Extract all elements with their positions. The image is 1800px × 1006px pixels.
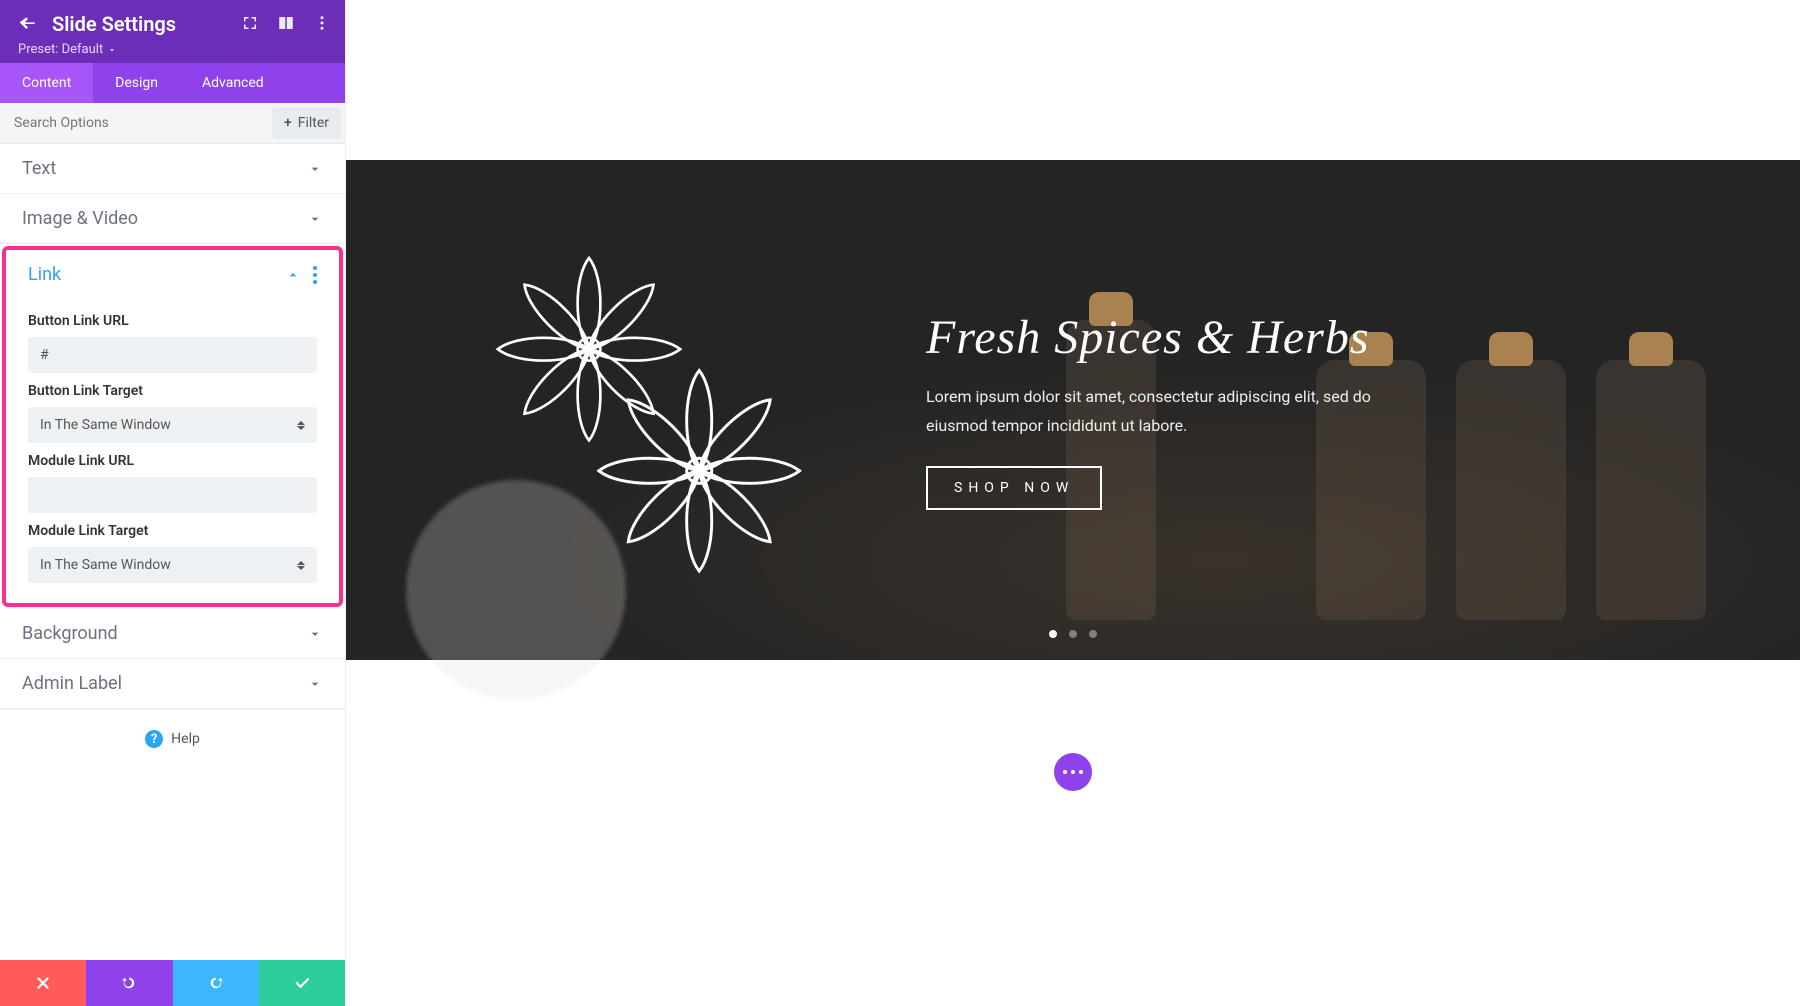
settings-sidebar: Slide Settings Preset: Default Content D… bbox=[0, 0, 346, 1006]
close-button[interactable] bbox=[0, 960, 86, 1006]
slider-dot-1[interactable] bbox=[1049, 630, 1057, 638]
redo-icon bbox=[207, 974, 225, 992]
sections-list: Text Image & Video Link bbox=[0, 144, 345, 960]
settings-tabs: Content Design Advanced bbox=[0, 63, 345, 103]
search-row: + Filter bbox=[0, 103, 345, 144]
redo-button[interactable] bbox=[173, 960, 259, 1006]
module-link-target-select[interactable]: In The Same Window bbox=[28, 547, 317, 583]
check-icon bbox=[293, 974, 311, 992]
section-background: Background bbox=[0, 609, 345, 659]
filter-button[interactable]: + Filter bbox=[272, 107, 341, 139]
help-button[interactable]: ? Help bbox=[0, 709, 345, 778]
link-section-highlight: Link Button Link URL Button Link Target bbox=[2, 246, 343, 607]
select-arrows-icon bbox=[297, 421, 305, 430]
button-link-url-input[interactable] bbox=[28, 337, 317, 373]
hero-title: Fresh Spices & Herbs bbox=[926, 310, 1720, 365]
close-icon bbox=[34, 974, 52, 992]
chevron-up-icon bbox=[285, 267, 301, 283]
action-bar bbox=[0, 960, 345, 1006]
section-link-menu[interactable] bbox=[313, 266, 317, 284]
undo-icon bbox=[120, 974, 138, 992]
more-icon bbox=[1061, 770, 1085, 774]
module-link-target-label: Module Link Target bbox=[28, 523, 317, 539]
more-icon[interactable] bbox=[313, 14, 331, 32]
hero-illustration bbox=[426, 220, 866, 600]
tab-content[interactable]: Content bbox=[0, 63, 93, 103]
section-text-header[interactable]: Text bbox=[0, 144, 345, 193]
button-link-url-label: Button Link URL bbox=[28, 313, 317, 329]
expand-icon[interactable] bbox=[241, 14, 259, 32]
button-link-target-label: Button Link Target bbox=[28, 383, 317, 399]
builder-fab[interactable] bbox=[1054, 753, 1092, 791]
slider-dot-3[interactable] bbox=[1089, 630, 1097, 638]
button-link-target-select[interactable]: In The Same Window bbox=[28, 407, 317, 443]
preset-dropdown[interactable]: Preset: Default bbox=[18, 42, 327, 57]
module-link-url-input[interactable] bbox=[28, 477, 317, 513]
chevron-down-icon bbox=[107, 45, 117, 55]
save-button[interactable] bbox=[259, 960, 345, 1006]
plus-icon: + bbox=[284, 115, 292, 131]
back-icon[interactable] bbox=[18, 14, 38, 34]
hero-slider: Fresh Spices & Herbs Lorem ipsum dolor s… bbox=[346, 160, 1800, 660]
section-link-body: Button Link URL Button Link Target In Th… bbox=[6, 299, 339, 603]
preset-label: Preset: Default bbox=[18, 42, 103, 57]
help-icon: ? bbox=[145, 730, 163, 748]
section-image-video: Image & Video bbox=[0, 194, 345, 244]
section-text: Text bbox=[0, 144, 345, 194]
star-anise-icon bbox=[456, 220, 836, 600]
select-arrows-icon bbox=[297, 561, 305, 570]
hero-text: Fresh Spices & Herbs Lorem ipsum dolor s… bbox=[926, 310, 1720, 511]
page-preview: Fresh Spices & Herbs Lorem ipsum dolor s… bbox=[346, 0, 1800, 1006]
section-admin-label: Admin Label bbox=[0, 659, 345, 709]
section-link: Link Button Link URL Button Link Target bbox=[6, 250, 339, 603]
section-image-video-header[interactable]: Image & Video bbox=[0, 194, 345, 243]
chevron-down-icon bbox=[307, 211, 323, 227]
tab-advanced[interactable]: Advanced bbox=[180, 63, 286, 103]
panel-header: Slide Settings Preset: Default bbox=[0, 0, 345, 63]
chevron-down-icon bbox=[307, 161, 323, 177]
chevron-down-icon bbox=[307, 676, 323, 692]
hero-description: Lorem ipsum dolor sit amet, consectetur … bbox=[926, 383, 1386, 441]
slider-dot-2[interactable] bbox=[1069, 630, 1077, 638]
section-background-header[interactable]: Background bbox=[0, 609, 345, 658]
shop-now-button[interactable]: SHOP NOW bbox=[926, 466, 1102, 510]
slider-dots bbox=[1049, 630, 1097, 638]
module-link-url-label: Module Link URL bbox=[28, 453, 317, 469]
section-admin-label-header[interactable]: Admin Label bbox=[0, 659, 345, 708]
section-link-header[interactable]: Link bbox=[6, 250, 339, 299]
undo-button[interactable] bbox=[86, 960, 172, 1006]
panel-title: Slide Settings bbox=[52, 12, 176, 36]
chevron-down-icon bbox=[307, 626, 323, 642]
tab-design[interactable]: Design bbox=[93, 63, 180, 103]
filter-label: Filter bbox=[298, 115, 329, 131]
columns-icon[interactable] bbox=[277, 14, 295, 32]
search-input[interactable] bbox=[0, 103, 272, 143]
